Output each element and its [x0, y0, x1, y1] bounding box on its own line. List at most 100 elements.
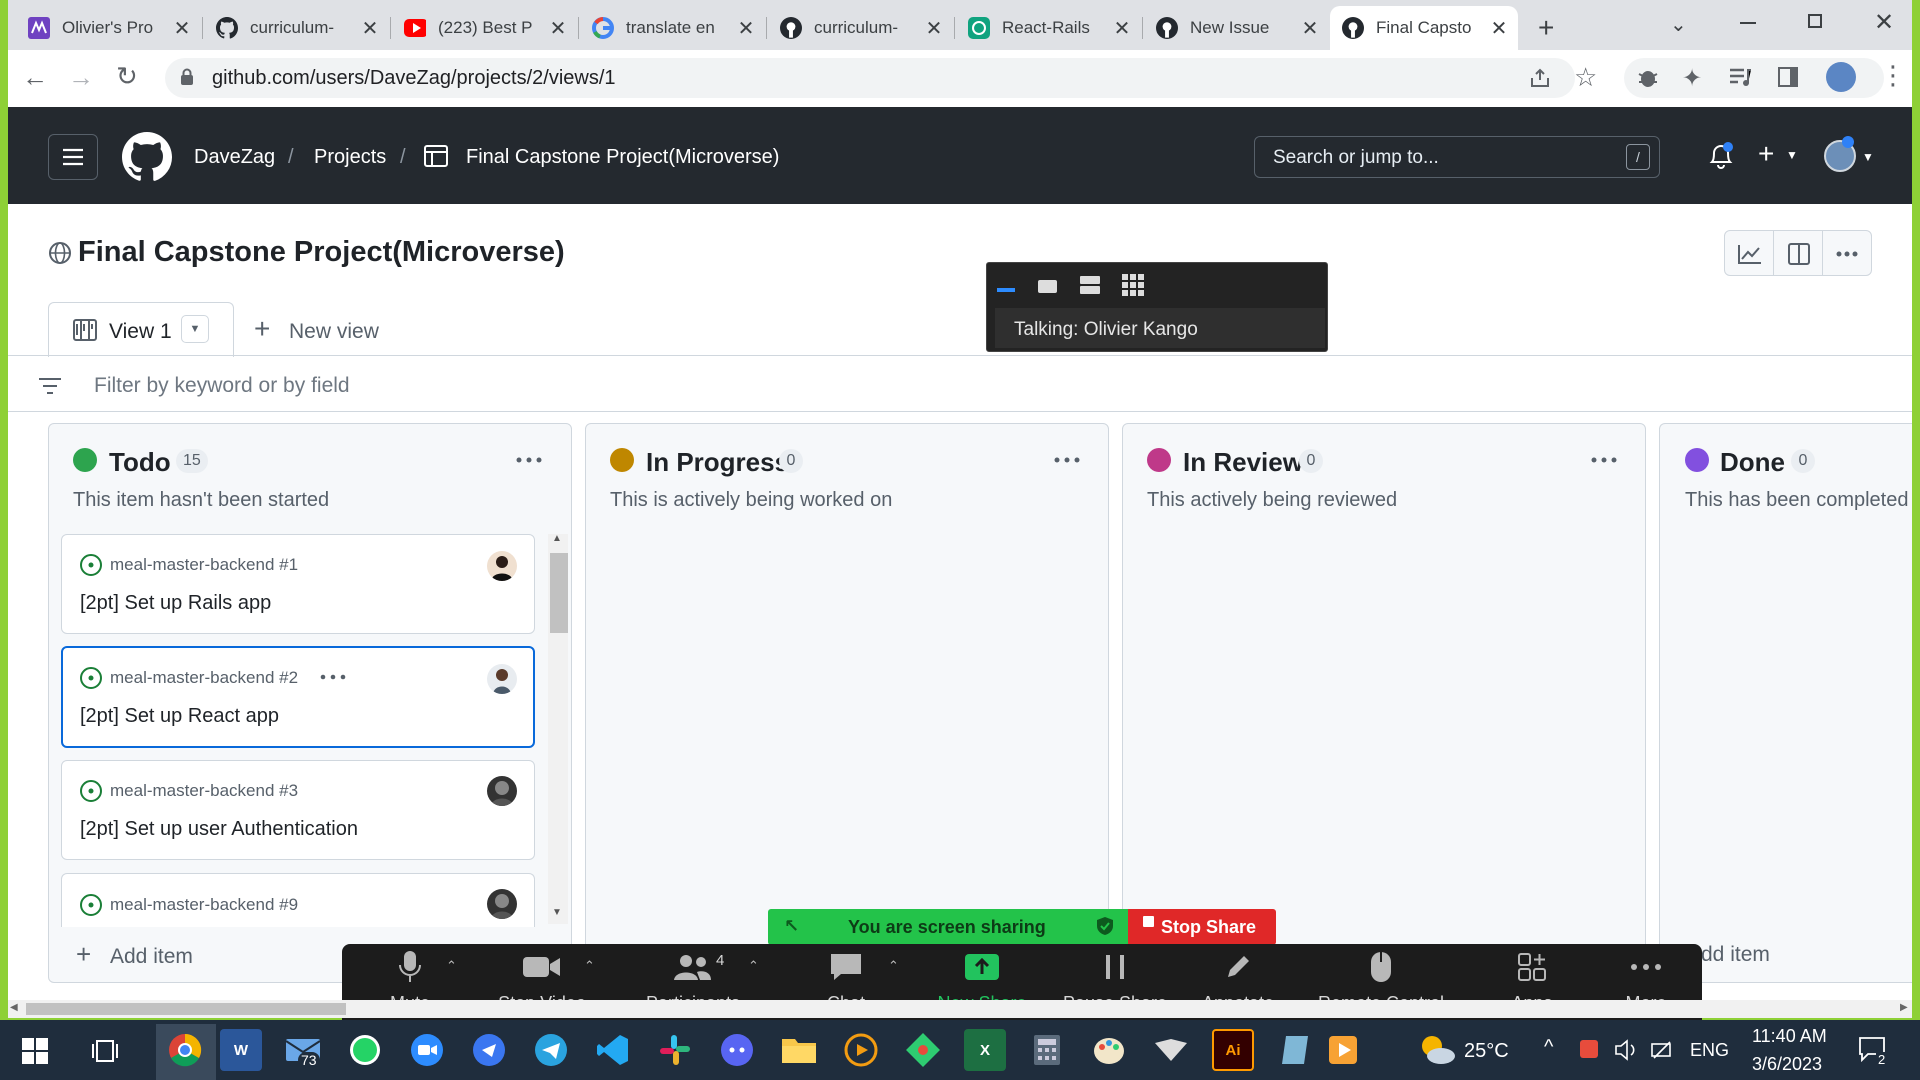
issue-card[interactable]	[61, 760, 535, 860]
lock-icon[interactable]	[180, 68, 194, 86]
task-view-icon[interactable]	[92, 1038, 118, 1064]
github-logo-icon[interactable]	[122, 132, 172, 182]
browser-tab-1[interactable]: Olivier's Pro ✕	[16, 6, 201, 50]
weather-sun-cloud-icon[interactable]	[1418, 1032, 1456, 1066]
close-tab-icon[interactable]: ✕	[173, 16, 191, 41]
input-language[interactable]: ENG	[1690, 1040, 1729, 1061]
reload-icon[interactable]: ↻	[116, 61, 138, 92]
git-tool-taskbar-icon[interactable]	[902, 1029, 944, 1071]
browser-tab-7[interactable]: New Issue ✕	[1144, 6, 1329, 50]
tab-search-chevron-icon[interactable]: ⌄	[1670, 12, 1687, 37]
mute-options-caret-icon[interactable]: ⌃	[446, 958, 457, 974]
browser-tab-6[interactable]: React-Rails ✕	[956, 6, 1141, 50]
new-view-plus-icon[interactable]: +	[254, 313, 270, 345]
assignee-avatar[interactable]	[487, 889, 517, 919]
view-tab-label[interactable]: View 1	[109, 320, 172, 344]
paint-taskbar-icon[interactable]	[1088, 1029, 1130, 1071]
file-explorer-taskbar-icon[interactable]	[778, 1029, 820, 1071]
scroll-right-arrow-icon[interactable]: ▶	[1900, 1002, 1908, 1013]
horizontal-scroll-thumb[interactable]	[26, 1003, 346, 1015]
calculator-taskbar-icon[interactable]	[1026, 1029, 1068, 1071]
notification-bell-icon[interactable]	[1708, 142, 1734, 170]
zoom-taskbar-icon[interactable]	[406, 1029, 448, 1071]
zoom-single-view-icon[interactable]	[1038, 280, 1057, 293]
filter-input[interactable]: Filter by keyword or by field	[94, 374, 350, 398]
signal-taskbar-icon[interactable]	[468, 1029, 510, 1071]
back-arrow-icon[interactable]: ←	[22, 62, 48, 93]
forward-arrow-icon[interactable]: →	[68, 62, 94, 93]
browser-tab-4[interactable]: translate en ✕	[580, 6, 765, 50]
scroll-up-arrow-icon[interactable]: ▲	[552, 533, 562, 544]
card-title[interactable]: [2pt] Set up user Authentication	[80, 818, 358, 841]
browser-tab-5[interactable]: curriculum- ✕	[768, 6, 953, 50]
browser-tab-3[interactable]: (223) Best P ✕	[392, 6, 577, 50]
breadcrumb-project[interactable]: Final Capstone Project(Microverse)	[466, 146, 779, 169]
share-icon[interactable]	[1528, 66, 1552, 90]
side-panel-button[interactable]	[1773, 230, 1823, 276]
browser-tab-2[interactable]: curriculum- ✕	[204, 6, 389, 50]
project-menu-button[interactable]	[1822, 230, 1872, 276]
view-options-dropdown-icon[interactable]: ▼	[181, 315, 209, 343]
excel-taskbar-icon[interactable]: X	[964, 1029, 1006, 1071]
discord-taskbar-icon[interactable]	[716, 1029, 758, 1071]
hamburger-menu-button[interactable]	[48, 134, 98, 180]
close-tab-icon[interactable]: ✕	[549, 16, 567, 41]
illustrator-taskbar-icon[interactable]: Ai	[1212, 1029, 1254, 1071]
media-player-taskbar-icon[interactable]	[840, 1029, 882, 1071]
scroll-down-arrow-icon[interactable]: ▼	[552, 907, 562, 918]
breadcrumb-user[interactable]: DaveZag	[194, 146, 275, 169]
add-item-button[interactable]: Add item	[110, 945, 193, 969]
weather-temperature[interactable]: 25°C	[1464, 1040, 1509, 1063]
assignee-avatar[interactable]	[487, 776, 517, 806]
card-repo-label[interactable]: meal-master-backend #1	[110, 555, 298, 575]
antivirus-tray-icon[interactable]	[1580, 1040, 1598, 1058]
extension-bug-icon[interactable]	[1636, 66, 1660, 90]
windows-start-icon[interactable]	[22, 1038, 48, 1064]
close-tab-icon[interactable]: ✕	[361, 16, 379, 41]
chrome-taskbar-icon[interactable]	[164, 1029, 206, 1071]
zoom-minimize-view-icon[interactable]	[997, 288, 1015, 292]
video-options-caret-icon[interactable]: ⌃	[584, 958, 595, 974]
clock-date[interactable]: 3/6/2023	[1752, 1054, 1822, 1075]
new-tab-plus-icon[interactable]: +	[1538, 12, 1554, 44]
close-tab-icon[interactable]: ✕	[1490, 16, 1508, 41]
scroll-left-arrow-icon[interactable]: ◀	[10, 1002, 18, 1013]
chrome-menu-icon[interactable]: ⋮	[1880, 60, 1906, 91]
zoom-gallery-view-icon[interactable]	[1122, 274, 1144, 296]
insights-button[interactable]	[1724, 230, 1774, 276]
card-repo-label[interactable]: meal-master-backend #2	[110, 668, 298, 688]
user-menu-caret-icon[interactable]: ▼	[1862, 150, 1874, 164]
close-tab-icon[interactable]: ✕	[925, 16, 943, 41]
create-new-plus-icon[interactable]: +	[1758, 138, 1774, 170]
card-repo-label[interactable]: meal-master-backend #9	[110, 895, 298, 915]
browser-tab-8-active[interactable]: Final Capsto ✕	[1330, 6, 1518, 50]
stop-share-label[interactable]: Stop Share	[1161, 917, 1256, 938]
card-repo-label[interactable]: meal-master-backend #3	[110, 781, 298, 801]
issue-card-selected[interactable]	[61, 646, 535, 748]
zoom-split-view-icon[interactable]	[1080, 276, 1100, 294]
whatsapp-taskbar-icon[interactable]	[344, 1029, 386, 1071]
card-title[interactable]: [2pt] Set up Rails app	[80, 592, 271, 615]
assignee-avatar[interactable]	[487, 664, 517, 694]
close-tab-icon[interactable]: ✕	[1301, 16, 1319, 41]
participants-options-caret-icon[interactable]: ⌃	[748, 958, 759, 974]
puzzle-extensions-icon[interactable]: ✦	[1682, 64, 1702, 93]
close-tab-icon[interactable]: ✕	[737, 16, 755, 41]
assignee-avatar[interactable]	[487, 551, 517, 581]
show-hidden-icons-chevron-icon[interactable]: ^	[1544, 1036, 1553, 1059]
side-panel-icon[interactable]	[1778, 67, 1798, 87]
close-window-icon[interactable]: ✕	[1874, 8, 1894, 37]
bookmark-star-icon[interactable]: ☆	[1574, 62, 1597, 93]
notes-taskbar-icon[interactable]	[1274, 1029, 1316, 1071]
column-menu-icon[interactable]	[1052, 448, 1082, 472]
add-item-plus-icon[interactable]: +	[76, 939, 91, 970]
speaker-volume-icon[interactable]	[1614, 1038, 1640, 1062]
new-view-button[interactable]: New view	[289, 320, 379, 344]
pin-icon[interactable]: ↖	[784, 916, 799, 937]
card-title[interactable]: [2pt] Set up React app	[80, 705, 279, 728]
reader-taskbar-icon[interactable]	[1150, 1029, 1192, 1071]
profile-avatar[interactable]	[1826, 62, 1856, 92]
url-text[interactable]: github.com/users/DaveZag/projects/2/view…	[212, 67, 616, 90]
minimize-window-icon[interactable]	[1740, 22, 1756, 24]
column-menu-icon[interactable]	[514, 448, 544, 472]
